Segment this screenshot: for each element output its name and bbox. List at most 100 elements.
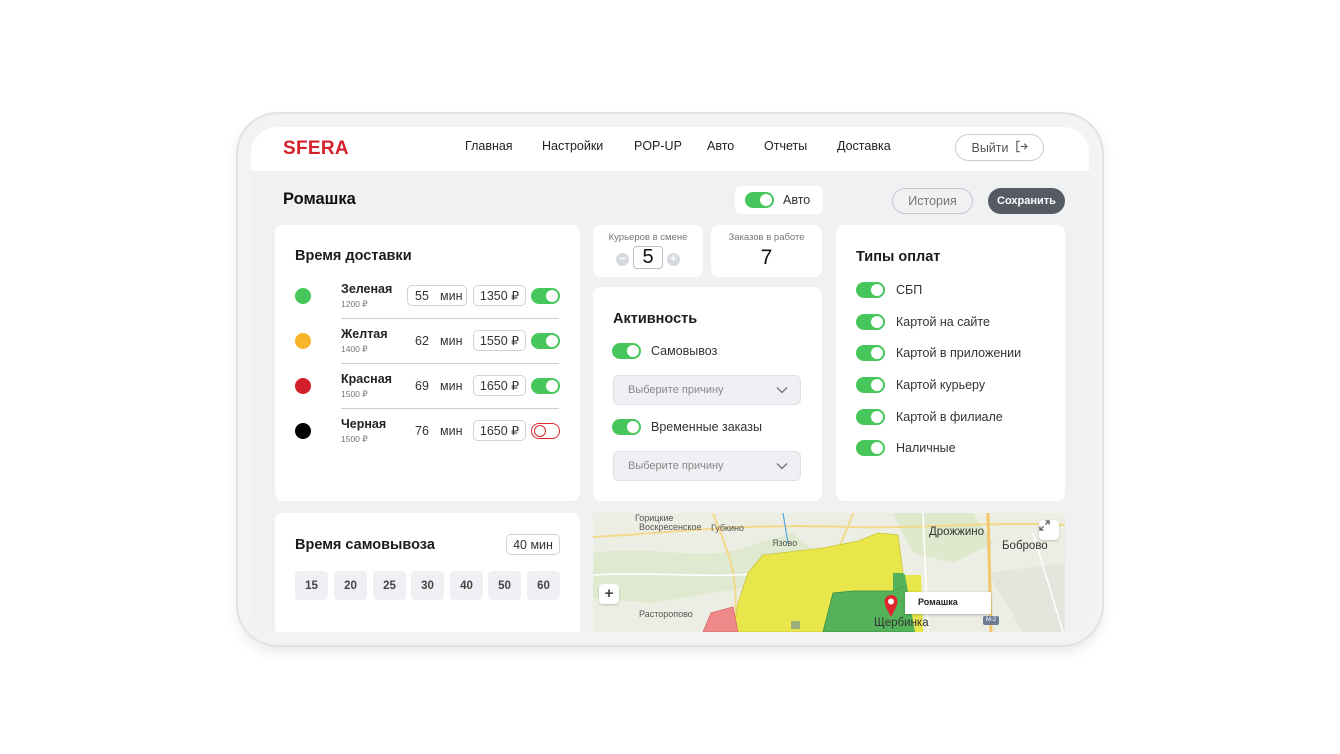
pickup-option-chip[interactable]: 60 bbox=[527, 571, 560, 600]
payment-row-card-branch: Картой в филиале bbox=[856, 409, 1003, 425]
zone-color-dot bbox=[295, 333, 311, 349]
road-sign: М-2 bbox=[983, 616, 999, 625]
payment-row-card-site: Картой на сайте bbox=[856, 314, 990, 330]
zone-price-field[interactable]: 1350 ₽ bbox=[473, 285, 526, 306]
pickup-reason-select[interactable]: Выберите причину bbox=[613, 375, 801, 405]
couriers-value[interactable]: 5 bbox=[633, 246, 663, 269]
pickup-option-chip[interactable]: 30 bbox=[411, 571, 444, 600]
pickup-card-title: Время самовывоза bbox=[295, 537, 435, 553]
zone-price-field[interactable]: 1550 ₽ bbox=[473, 330, 526, 351]
zone-color-dot bbox=[295, 378, 311, 394]
zone-minutes-unit: мин bbox=[440, 379, 463, 393]
payment-row-card-courier: Картой курьеру bbox=[856, 377, 985, 393]
payment-row-sbp: СБП bbox=[856, 282, 922, 298]
map-label: Губкино bbox=[711, 523, 744, 533]
pickup-option-chip[interactable]: 50 bbox=[488, 571, 521, 600]
payment-label: Наличные bbox=[896, 441, 956, 455]
delivery-card-title: Время доставки bbox=[295, 248, 412, 264]
activity-card: Активность Самовывоз Выберите причину Вр… bbox=[593, 287, 822, 501]
payment-toggle[interactable] bbox=[856, 282, 885, 298]
zone-divider bbox=[341, 318, 559, 319]
chevron-down-icon bbox=[776, 384, 788, 396]
payment-toggle[interactable] bbox=[856, 409, 885, 425]
pickup-time-card: Время самовывоза 40 мин 15 20 25 30 40 5… bbox=[275, 513, 580, 632]
nav-link-popup[interactable]: POP-UP bbox=[634, 139, 682, 153]
zone-color-dot bbox=[295, 288, 311, 304]
pickup-time-field[interactable]: 40 мин bbox=[506, 534, 560, 555]
zone-row-yellow: Желтая 1400 ₽ 62 мин 1550 ₽ bbox=[275, 321, 580, 366]
zone-subtitle: 1500 ₽ bbox=[341, 434, 368, 444]
zone-name: Черная bbox=[341, 417, 387, 431]
pickup-option-chip[interactable]: 25 bbox=[373, 571, 406, 600]
delivery-time-card: Время доставки Зеленая 1200 ₽ 55 мин 135… bbox=[275, 225, 580, 501]
save-button[interactable]: Сохранить bbox=[988, 188, 1065, 214]
zone-row-green: Зеленая 1200 ₽ 55 мин 1350 ₽ bbox=[275, 276, 580, 321]
zone-toggle[interactable] bbox=[531, 333, 560, 349]
orders-stat-card: Заказов в работе 7 bbox=[711, 225, 822, 277]
history-button[interactable]: История bbox=[892, 188, 973, 214]
pickup-option-chip[interactable]: 40 bbox=[450, 571, 483, 600]
zone-minutes-value[interactable]: 62 bbox=[415, 334, 429, 348]
map-label: Щербинка bbox=[874, 617, 929, 629]
zone-subtitle: 1500 ₽ bbox=[341, 389, 368, 399]
couriers-decrement-button[interactable]: − bbox=[616, 253, 629, 266]
zone-color-dot bbox=[295, 423, 311, 439]
payment-row-card-app: Картой в приложении bbox=[856, 345, 1021, 361]
logout-button[interactable]: Выйти bbox=[955, 134, 1044, 161]
pickup-reason-placeholder: Выберите причину bbox=[628, 384, 724, 396]
pickup-option-chip[interactable]: 20 bbox=[334, 571, 367, 600]
chevron-down-icon bbox=[776, 460, 788, 472]
payment-row-cash: Наличные bbox=[856, 440, 956, 456]
zone-minutes-unit: мин bbox=[440, 289, 463, 303]
zone-toggle[interactable] bbox=[531, 288, 560, 304]
payment-label: Картой на сайте bbox=[896, 315, 990, 329]
timed-orders-toggle[interactable] bbox=[612, 419, 641, 435]
map-label: Боброво bbox=[1002, 540, 1048, 552]
zone-name: Зеленая bbox=[341, 282, 393, 296]
couriers-increment-button[interactable]: + bbox=[667, 253, 680, 266]
map-label: Воскресенское bbox=[639, 522, 702, 532]
timed-reason-placeholder: Выберите причину bbox=[628, 460, 724, 472]
top-navbar: SFERA Главная Настройки POP-UP Авто Отче… bbox=[251, 127, 1089, 171]
map-marker-pin-icon[interactable] bbox=[883, 594, 899, 618]
zone-minutes-value[interactable]: 76 bbox=[415, 424, 429, 438]
map-label: Расторопово bbox=[639, 609, 693, 619]
nav-link-home[interactable]: Главная bbox=[465, 139, 513, 153]
auto-toggle[interactable] bbox=[745, 192, 774, 208]
zone-minutes-unit: мин bbox=[440, 334, 463, 348]
logo[interactable]: SFERA bbox=[283, 138, 349, 160]
expand-map-icon[interactable] bbox=[1039, 520, 1059, 540]
zone-minutes-value[interactable]: 69 bbox=[415, 379, 429, 393]
auto-toggle-chip[interactable]: Авто bbox=[735, 186, 823, 214]
nav-link-delivery[interactable]: Доставка bbox=[837, 139, 891, 153]
payment-toggle[interactable] bbox=[856, 377, 885, 393]
pickup-activity-toggle[interactable] bbox=[612, 343, 641, 359]
zone-name: Красная bbox=[341, 372, 392, 386]
pickup-activity-row: Самовывоз bbox=[612, 343, 717, 359]
pickup-option-chip[interactable]: 15 bbox=[295, 571, 328, 600]
zone-subtitle: 1400 ₽ bbox=[341, 344, 368, 354]
zone-price-field[interactable]: 1650 ₽ bbox=[473, 375, 526, 396]
timed-reason-select[interactable]: Выберите причину bbox=[613, 451, 801, 481]
page-title: Ромашка bbox=[283, 190, 356, 208]
payment-label: Картой курьеру bbox=[896, 378, 986, 392]
payment-toggle[interactable] bbox=[856, 345, 885, 361]
logout-icon bbox=[1015, 140, 1028, 156]
nav-link-auto[interactable]: Авто bbox=[707, 139, 734, 153]
zone-row-red: Красная 1500 ₽ 69 мин 1650 ₽ bbox=[275, 366, 580, 411]
couriers-label: Курьеров в смене bbox=[608, 232, 688, 243]
nav-link-reports[interactable]: Отчеты bbox=[764, 139, 807, 153]
payment-toggle[interactable] bbox=[856, 314, 885, 330]
payment-label: Картой в приложении bbox=[896, 346, 1022, 360]
delivery-zones-map[interactable]: Горицкие Воскресенское Губкино Язово Дро… bbox=[593, 513, 1065, 632]
payment-card-title: Типы оплат bbox=[856, 249, 941, 265]
auto-toggle-label: Авто bbox=[783, 193, 811, 207]
payment-toggle[interactable] bbox=[856, 440, 885, 456]
map-zoom-in-button[interactable]: + bbox=[599, 584, 619, 604]
zone-price-field[interactable]: 1650 ₽ bbox=[473, 420, 526, 441]
nav-link-settings[interactable]: Настройки bbox=[542, 139, 603, 153]
pickup-activity-label: Самовывоз bbox=[651, 344, 718, 358]
map-label: Язово bbox=[772, 538, 798, 548]
zone-toggle[interactable] bbox=[531, 378, 560, 394]
zone-toggle[interactable] bbox=[531, 423, 560, 439]
